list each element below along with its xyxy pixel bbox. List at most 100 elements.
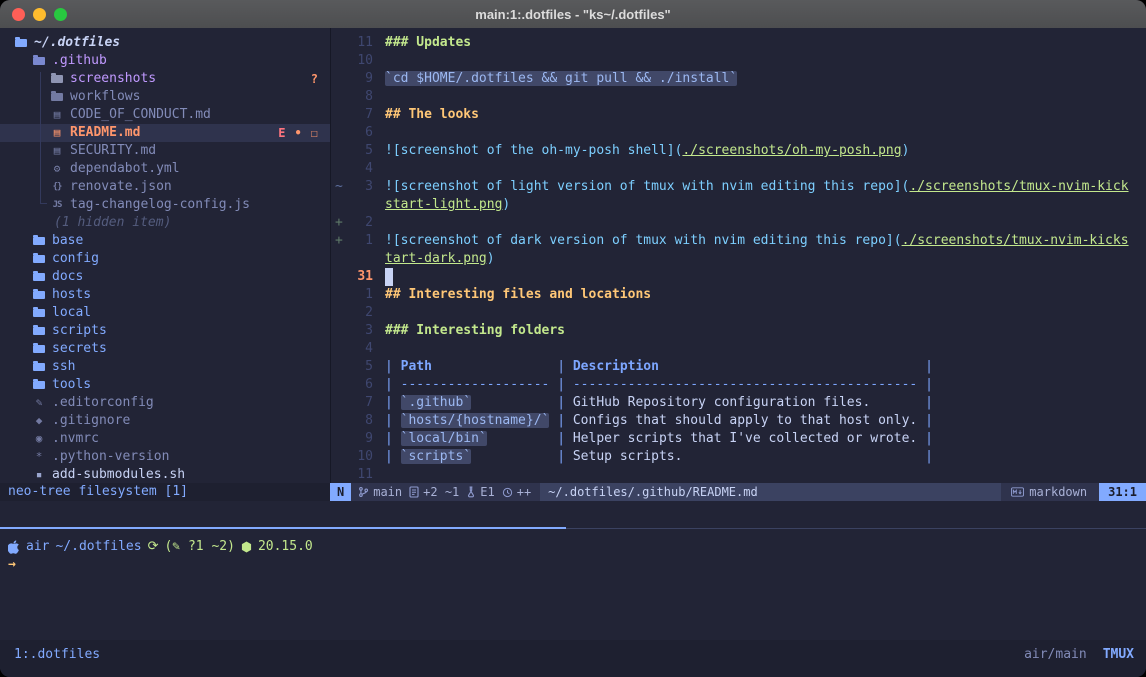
tree-item-marks: ? bbox=[311, 70, 330, 88]
editor-line[interactable]: 6| ------------------- | ---------------… bbox=[331, 376, 1146, 394]
text-segment: ./screenshots/tmux-nvim-kick bbox=[909, 179, 1128, 194]
line-text: | Path | Description | bbox=[385, 358, 933, 376]
text-segment: ) bbox=[487, 251, 495, 266]
text-segment: | bbox=[557, 377, 573, 392]
editor-line[interactable]: 4 bbox=[331, 160, 1146, 178]
editor-line[interactable]: 6 bbox=[331, 124, 1146, 142]
tree-item-label: screenshots bbox=[70, 70, 156, 88]
tree-item-label: .editorconfig bbox=[52, 394, 154, 412]
editor-line[interactable]: 2 bbox=[331, 304, 1146, 322]
tree-item[interactable]: docs bbox=[0, 268, 330, 286]
shell-prompt-line: air ~/.dotfiles ⟳ (✎ ?1 ~2) 20.15.0 bbox=[8, 538, 1146, 556]
editor-line[interactable]: start-light.png) bbox=[331, 196, 1146, 214]
tree-item[interactable]: ▤CODE_OF_CONDUCT.md bbox=[0, 106, 330, 124]
updates: ++ bbox=[502, 483, 531, 501]
tree-item[interactable]: ▤README.mdE•☐ bbox=[0, 124, 330, 142]
text-segment: ![screenshot of light version of tmux wi… bbox=[385, 179, 909, 194]
line-number: 7 bbox=[347, 106, 373, 124]
gutter-sign bbox=[331, 376, 347, 394]
line-number bbox=[347, 250, 373, 268]
tree-item[interactable]: {}renovate.json bbox=[0, 178, 330, 196]
prompt-git-status: (✎ ?1 ~2) bbox=[164, 538, 234, 556]
editor-line[interactable]: 7 ## The looks bbox=[331, 106, 1146, 124]
tree-item[interactable]: ▪add-submodules.sh bbox=[0, 466, 330, 484]
text-segment bbox=[917, 431, 925, 446]
editor-line[interactable]: 9| `local/bin` | Helper scripts that I'v… bbox=[331, 430, 1146, 448]
line-text: | `.github` | GitHub Repository configur… bbox=[385, 394, 933, 412]
tree-item[interactable]: screenshots? bbox=[0, 70, 330, 88]
editor-line[interactable]: ~3![screenshot of light version of tmux … bbox=[331, 178, 1146, 196]
editor-line[interactable]: 5| Path | Description | bbox=[331, 358, 1146, 376]
line-text: ### Interesting folders bbox=[385, 322, 565, 340]
tree-item[interactable]: JStag-changelog-config.js bbox=[0, 196, 330, 214]
tree-item[interactable]: ~/.dotfiles bbox=[0, 34, 330, 52]
tree-item-label: tools bbox=[52, 376, 91, 394]
prompt-arrow: → bbox=[8, 556, 16, 574]
markdown-file-icon: ▤ bbox=[50, 142, 64, 160]
tree-item[interactable]: workflows bbox=[0, 88, 330, 106]
editor-line[interactable]: 10 bbox=[331, 52, 1146, 70]
pane-separator-horizontal[interactable] bbox=[0, 527, 1146, 529]
shell-pane[interactable]: air ~/.dotfiles ⟳ (✎ ?1 ~2) 20.15.0 → bbox=[8, 538, 1146, 574]
editor-line[interactable]: 8| `hosts/{hostname}/` | Configs that sh… bbox=[331, 412, 1146, 430]
filetype: markdown bbox=[1011, 483, 1087, 501]
text-segment: | bbox=[557, 449, 573, 464]
editor-line[interactable]: 1## Interesting files and locations bbox=[331, 286, 1146, 304]
tree-item[interactable]: tools bbox=[0, 376, 330, 394]
file-path[interactable]: ~/.dotfiles/.github/README.md bbox=[540, 483, 1001, 501]
tree-item[interactable]: hosts bbox=[0, 286, 330, 304]
tree-item[interactable]: ⚙dependabot.yml bbox=[0, 160, 330, 178]
line-number: 3 bbox=[347, 322, 373, 340]
tmux-status-bar: 1:.dotfiles air/main TMUX bbox=[0, 640, 1146, 677]
text-segment bbox=[432, 359, 557, 374]
file-tree: ~/.dotfiles.githubscreenshots?workflows▤… bbox=[0, 28, 330, 484]
editor-line[interactable]: tart-dark.png) bbox=[331, 250, 1146, 268]
editor-line[interactable]: +2 bbox=[331, 214, 1146, 232]
tree-item[interactable]: ◆.gitignore bbox=[0, 412, 330, 430]
editor-line[interactable]: 8 bbox=[331, 88, 1146, 106]
tree-item[interactable]: ssh bbox=[0, 358, 330, 376]
tree-item[interactable]: ▤SECURITY.md bbox=[0, 142, 330, 160]
tree-item[interactable]: .github bbox=[0, 52, 330, 70]
tree-item[interactable]: scripts bbox=[0, 322, 330, 340]
tree-item[interactable]: ◉.nvmrc bbox=[0, 430, 330, 448]
tmux-window-tab[interactable]: 1:.dotfiles bbox=[14, 646, 100, 664]
editor-line[interactable]: 4 bbox=[331, 340, 1146, 358]
editor-line[interactable]: 9`cd $HOME/.dotfiles && git pull && ./in… bbox=[331, 70, 1146, 88]
line-text: tart-dark.png) bbox=[385, 250, 495, 268]
tree-item-label: CODE_OF_CONDUCT.md bbox=[70, 106, 211, 124]
editor-line[interactable]: 31 bbox=[331, 268, 1146, 286]
editor-line[interactable]: 11### Updates bbox=[331, 34, 1146, 52]
editor-line[interactable]: 5![screenshot of the oh-my-posh shell](.… bbox=[331, 142, 1146, 160]
line-number: 10 bbox=[347, 448, 373, 466]
text-segment: Description bbox=[573, 359, 659, 374]
text-segment: | bbox=[557, 359, 573, 374]
text-segment: `local/bin` bbox=[401, 431, 487, 446]
editor-line[interactable]: 3 ### Interesting folders bbox=[331, 322, 1146, 340]
error-mark: E bbox=[278, 124, 285, 142]
tree-item-label: workflows bbox=[70, 88, 140, 106]
text-segment: | bbox=[385, 413, 401, 428]
node-icon bbox=[241, 541, 252, 553]
text-segment: Path bbox=[401, 359, 432, 374]
tree-item[interactable]: ✎.editorconfig bbox=[0, 394, 330, 412]
editor-line[interactable]: 7| `.github` | GitHub Repository configu… bbox=[331, 394, 1146, 412]
apple-icon bbox=[8, 540, 20, 554]
tree-item[interactable]: base bbox=[0, 232, 330, 250]
gitignore-file-icon: ◆ bbox=[32, 412, 46, 430]
shell-input-line[interactable]: → bbox=[8, 556, 1146, 574]
editor-line[interactable]: 10| `scripts` | Setup scripts. | bbox=[331, 448, 1146, 466]
tree-item[interactable]: *.python-version bbox=[0, 448, 330, 466]
text-segment: ### Interesting folders bbox=[385, 323, 565, 338]
editor-line[interactable]: 11 bbox=[331, 466, 1146, 484]
tree-item[interactable]: secrets bbox=[0, 340, 330, 358]
text-segment: ![screenshot of dark version of tmux wit… bbox=[385, 233, 902, 248]
prompt-host: air bbox=[26, 538, 49, 556]
line-text: ## The looks bbox=[385, 106, 479, 124]
editor-line[interactable]: +1![screenshot of dark version of tmux w… bbox=[331, 232, 1146, 250]
tree-item[interactable]: local bbox=[0, 304, 330, 322]
editor-buffer[interactable]: 11### Updates109`cd $HOME/.dotfiles && g… bbox=[331, 28, 1146, 489]
clock-icon bbox=[502, 487, 513, 498]
tree-item[interactable]: config bbox=[0, 250, 330, 268]
tree-item[interactable]: (1 hidden item) bbox=[0, 214, 330, 232]
